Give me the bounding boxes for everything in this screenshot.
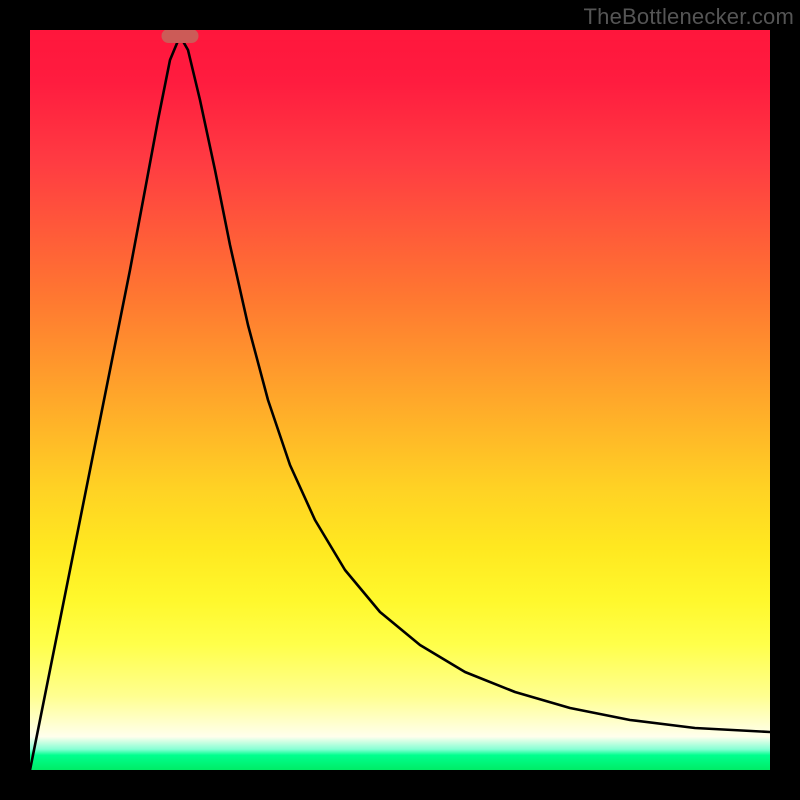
watermark-label: TheBottlenecker.com: [584, 4, 794, 30]
optimal-marker: [162, 30, 199, 43]
plot-area: [30, 30, 770, 770]
bottleneck-curve: [30, 30, 770, 770]
chart-frame: TheBottlenecker.com: [0, 0, 800, 800]
